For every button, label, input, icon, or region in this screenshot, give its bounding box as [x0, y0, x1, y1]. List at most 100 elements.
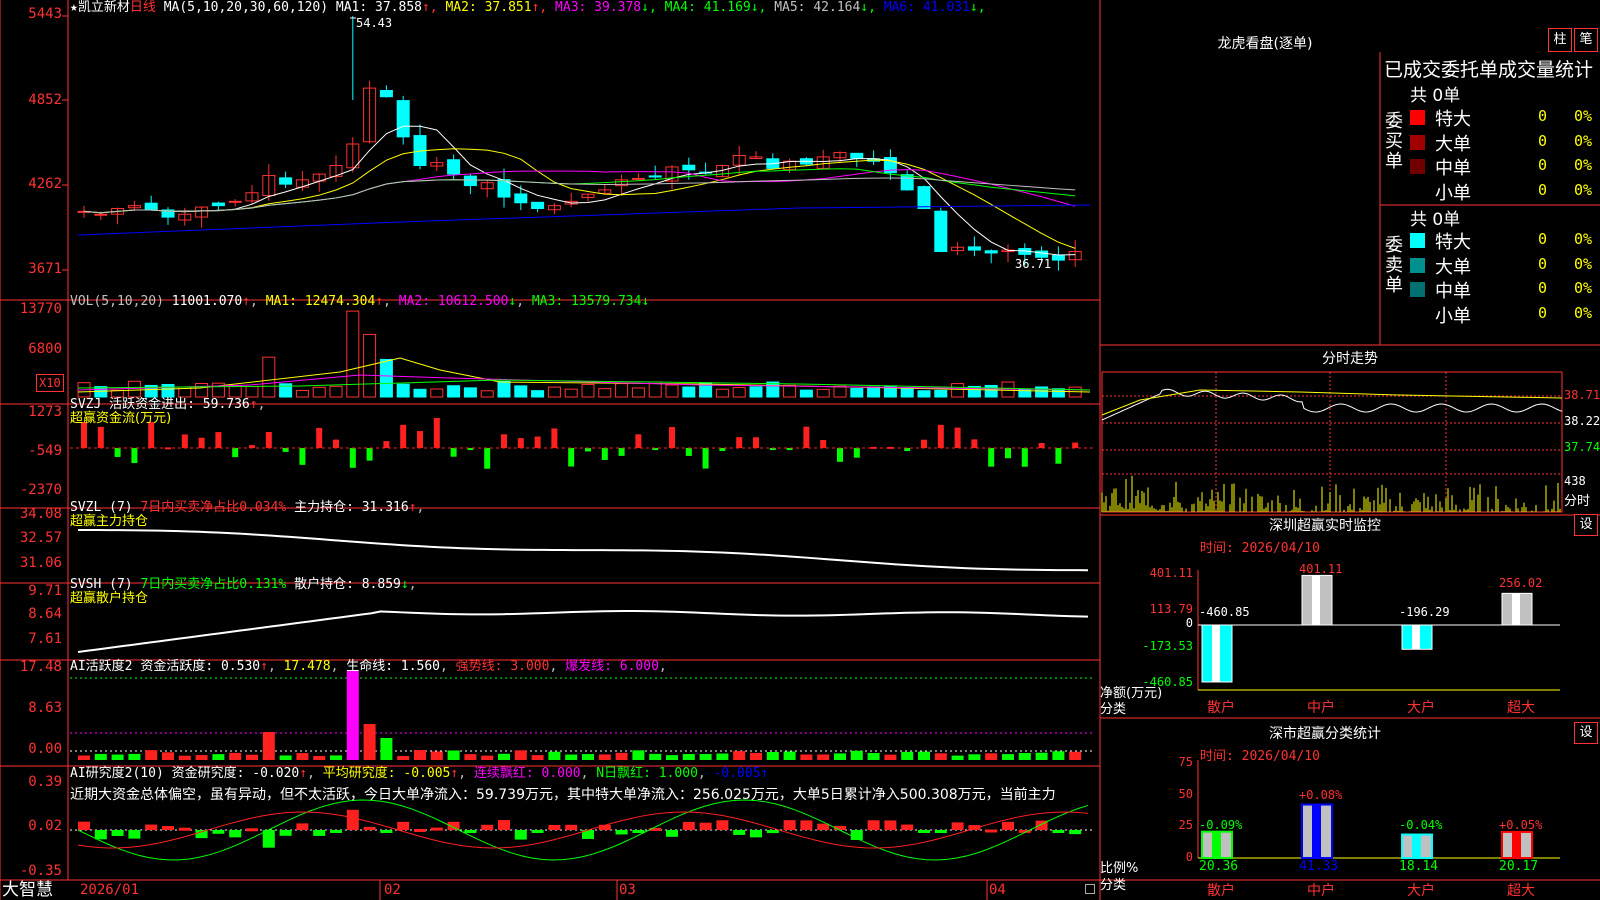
order-color-swatch [1410, 110, 1425, 125]
activity-bar [565, 754, 578, 760]
ai1-axis-label: 0.00 [28, 741, 62, 757]
volume-bar [312, 386, 326, 398]
ai1-burst-line: 爆发线: 6.000 [565, 659, 659, 674]
order-count: 0 [1538, 254, 1548, 273]
ai1-strong-line: 强势线: 3.000 [455, 659, 550, 674]
activity-bar [850, 750, 863, 760]
volume-bar [615, 383, 629, 398]
fund-flow-bar [131, 448, 138, 464]
fund-flow-bar [702, 448, 709, 469]
monitor-bar-highlight [1512, 593, 1520, 625]
candle-body [94, 213, 108, 216]
activity-bar [145, 750, 158, 760]
pillar-button[interactable]: 柱 [1548, 28, 1572, 52]
research-bar [615, 830, 628, 835]
order-percent: 0% [1574, 107, 1593, 125]
fund-flow-bar [1055, 448, 1062, 464]
chart-header: ★凯立新材日线 MA(5,10,20,30,60,120) MA1: 37.85… [70, 0, 986, 16]
monitor-category: 超大 [1507, 700, 1535, 716]
candle-body [984, 250, 998, 254]
order-button[interactable]: 笔 [1574, 28, 1598, 52]
activity-bar [834, 753, 846, 760]
research-bar [901, 824, 914, 830]
order-color-swatch [1410, 282, 1425, 297]
activity-bar [262, 732, 275, 760]
ma-item-2: MA2: 37.851 [437, 0, 532, 15]
intraday-unit-label: 分时 [1564, 494, 1591, 509]
svsh-subtitle: 超赢散户持仓 [70, 591, 149, 606]
chart-canvas[interactable] [0, 0, 1600, 900]
activity-bar [817, 754, 830, 760]
fund-flow-bar [971, 439, 978, 448]
research-bar [699, 822, 712, 830]
volume-bar [262, 356, 276, 398]
volume-bar [497, 380, 511, 398]
volume-bar [917, 390, 931, 398]
fund-flow-bar [265, 431, 272, 448]
research-bar [800, 820, 813, 830]
monitor-category: 散户 [1207, 700, 1235, 716]
research-bar [414, 828, 426, 832]
order-count: 0 [1538, 279, 1548, 297]
activity-bar [884, 754, 897, 760]
volume-bar [295, 389, 309, 398]
brand-logo[interactable]: 大智慧 [2, 880, 53, 900]
research-bar [783, 820, 796, 830]
sell-side-label: 委卖单 [1385, 235, 1403, 296]
ma-values: MA1: 37.858↑, MA2: 37.851↑, MA3: 39.378↓… [335, 0, 986, 15]
class-bar-highlight [1212, 831, 1221, 858]
candle-body [447, 159, 461, 175]
vol-ma1: 12474.304 [304, 294, 376, 309]
svsh-axis-label: 9.71 [28, 583, 62, 599]
intraday-price-line [1101, 388, 1563, 421]
class-bar-highlight [1312, 804, 1321, 858]
candle-body [379, 89, 393, 98]
svsh-value: 8.859 [361, 577, 401, 592]
vol-label: VOL(5,10,20) [70, 294, 164, 309]
low-price-mark: 36.71 [1015, 257, 1052, 271]
retail-position-line [77, 609, 1089, 653]
ai2-extra-value: -0.005 [713, 766, 761, 781]
research-bar [363, 826, 376, 830]
volume-bar [783, 384, 797, 398]
fund-flow-bar [316, 427, 323, 448]
activity-bar [111, 754, 124, 760]
research-bar [884, 820, 897, 830]
research-bar [94, 830, 107, 840]
fund-flow-bar [484, 448, 491, 469]
star-icon[interactable]: ★ [70, 0, 78, 15]
research-bar [1052, 830, 1065, 833]
activity-bar [498, 753, 510, 760]
volume-bar [228, 385, 242, 398]
fund-flow-bar [921, 439, 927, 448]
activity-bar [968, 754, 981, 760]
candle-body [228, 200, 242, 203]
activity-bar [380, 738, 393, 760]
ai2-value: -0.020 [252, 766, 300, 781]
monitor-bar-highlight [1312, 575, 1320, 625]
volume-bar [833, 385, 847, 398]
activity-bar [800, 754, 813, 760]
research-bar [128, 830, 141, 839]
order-count: 0 [1538, 230, 1548, 248]
volume-bar [799, 389, 813, 398]
class-change: -0.04% [1399, 818, 1443, 832]
fund-flow-bar [383, 441, 390, 448]
activity-bar [1002, 754, 1014, 760]
fund-flow-bar [400, 424, 407, 448]
volume-bar [581, 383, 595, 398]
activity-bar [951, 755, 964, 760]
activity-bar [397, 755, 410, 760]
stat-title: 已成交委托单成交量统计 [1384, 59, 1594, 81]
activity-bar [128, 753, 141, 760]
lock-icon[interactable] [1085, 884, 1095, 894]
activity-bar [195, 755, 208, 760]
activity-bar [1052, 751, 1065, 760]
intraday-axis-label: 38.71 [1564, 388, 1600, 402]
ai1-value2: 17.478 [283, 659, 331, 674]
class-settings-button[interactable]: 设 [1574, 722, 1598, 744]
period-label[interactable]: 日线 [130, 0, 156, 15]
research-bar [279, 830, 292, 836]
intraday-avg-line [1101, 389, 1563, 416]
monitor-settings-button[interactable]: 设 [1574, 514, 1598, 536]
